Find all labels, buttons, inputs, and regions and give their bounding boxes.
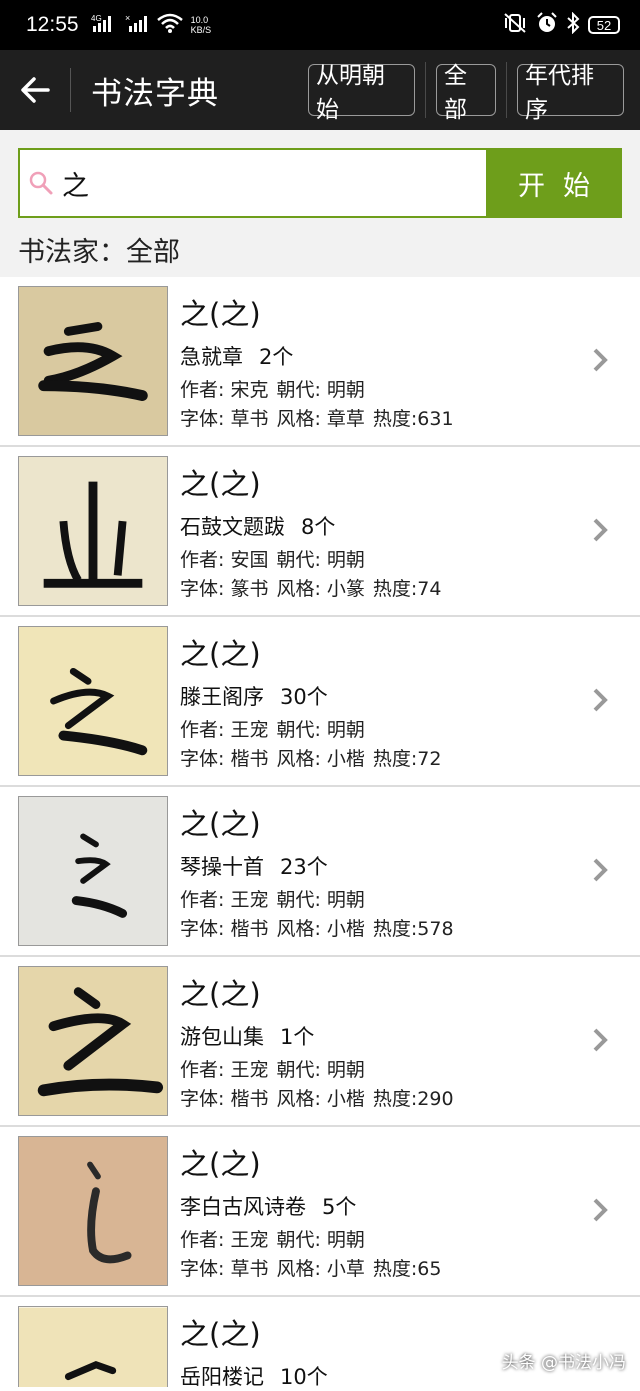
appbar-separator xyxy=(425,62,426,118)
result-author-dynasty: 作者: 安国 朝代: 明朝 xyxy=(180,549,365,571)
cellular-signal-icon: 4G xyxy=(91,14,117,36)
chevron-right-icon xyxy=(593,518,608,542)
sort-by-era-button[interactable]: 年代排序 xyxy=(517,63,624,123)
calligraphy-thumbnail xyxy=(18,286,168,436)
chevron-right-icon xyxy=(593,348,608,372)
network-speed: 10.0 KB/S xyxy=(190,15,212,35)
result-author-dynasty: 作者: 王宠 朝代: 明朝 xyxy=(180,719,365,741)
arrow-left-icon xyxy=(21,77,50,103)
result-author-dynasty: 作者: 王宠 朝代: 明朝 xyxy=(180,1229,365,1251)
wifi-icon xyxy=(156,13,183,37)
list-item[interactable]: 之(之) 岳阳楼记 10个 xyxy=(0,1297,640,1389)
page-title: 书法字典 xyxy=(91,75,219,112)
result-font-style: 字体: 楷书 风格: 小楷 热度:578 xyxy=(180,918,454,940)
result-author-dynasty: 作者: 王宠 朝代: 明朝 xyxy=(180,889,365,911)
watermark: 头条 @书法小冯 xyxy=(501,1353,626,1373)
result-font-style: 字体: 楷书 风格: 小楷 热度:72 xyxy=(180,748,442,770)
appbar-divider xyxy=(70,68,71,112)
list-item[interactable]: 之(之) 游包山集 1个 作者: 王宠 朝代: 明朝 字体: 楷书 风格: 小楷 热度:… xyxy=(0,957,640,1127)
result-work: 游包山集 1个 xyxy=(180,1025,315,1049)
list-item[interactable]: 之(之) 石鼓文题跋 8个 作者: 安国 朝代: 明朝 字体: 篆书 风格: 小篆 热度… xyxy=(0,447,640,617)
alarm-icon xyxy=(536,12,558,38)
start-search-button[interactable]: 开始 xyxy=(486,148,622,218)
status-time: 12:55 xyxy=(26,13,79,36)
result-author-dynasty: 作者: 宋克 朝代: 明朝 xyxy=(180,379,365,401)
appbar-actions: 从明朝始 全部 年代排序 xyxy=(308,62,624,123)
battery-indicator: 52 xyxy=(588,16,620,34)
calligraphy-thumbnail xyxy=(18,966,168,1116)
calligraphy-thumbnail xyxy=(18,1306,168,1387)
back-button[interactable] xyxy=(0,50,70,130)
calligraphy-thumbnail xyxy=(18,456,168,606)
result-work: 滕王阁序 30个 xyxy=(180,685,328,709)
result-char: 之(之) xyxy=(180,1317,261,1351)
result-font-style: 字体: 篆书 风格: 小篆 热度:74 xyxy=(180,578,442,600)
result-font-style: 字体: 草书 风格: 小草 热度:65 xyxy=(180,1258,442,1280)
results-list: 之(之) 急就章 2个 作者: 宋克 朝代: 明朝 字体: 草书 风格: 章草 热度:6… xyxy=(0,277,640,1389)
list-item[interactable]: 之(之) 琴操十首 23个 作者: 王宠 朝代: 明朝 字体: 楷书 风格: 小楷 热度… xyxy=(0,787,640,957)
appbar-separator xyxy=(506,62,507,118)
result-char: 之(之) xyxy=(180,637,261,671)
vibrate-off-icon xyxy=(502,13,528,37)
chevron-right-icon xyxy=(593,1028,608,1052)
search-icon xyxy=(29,171,53,195)
result-author-dynasty: 作者: 王宠 朝代: 明朝 xyxy=(180,1059,365,1081)
svg-text:4G: 4G xyxy=(91,14,102,23)
result-work: 石鼓文题跋 8个 xyxy=(180,515,336,539)
result-char: 之(之) xyxy=(180,467,261,501)
calligraphy-thumbnail xyxy=(18,796,168,946)
chevron-right-icon xyxy=(593,858,608,882)
calligrapher-filter[interactable]: 书法家：全部 xyxy=(18,230,180,269)
result-char: 之(之) xyxy=(180,807,261,841)
chevron-right-icon xyxy=(593,1198,608,1222)
calligraphy-thumbnail xyxy=(18,1136,168,1286)
status-bar: 12:55 4G × 10.0 KB/S 52 xyxy=(0,0,640,50)
no-signal-icon: × xyxy=(125,13,149,36)
result-work: 李白古风诗卷 5个 xyxy=(180,1195,357,1219)
search-input[interactable]: 之 xyxy=(18,148,486,218)
result-work: 急就章 2个 xyxy=(180,345,294,369)
all-filter-button[interactable]: 全部 xyxy=(436,63,496,123)
app-bar: 书法字典 从明朝始 全部 年代排序 xyxy=(0,50,640,130)
svg-text:×: × xyxy=(125,14,130,23)
list-item[interactable]: 之(之) 急就章 2个 作者: 宋克 朝代: 明朝 字体: 草书 风格: 章草 热度:6… xyxy=(0,277,640,447)
search-query: 之 xyxy=(62,170,89,202)
calligraphy-thumbnail xyxy=(18,626,168,776)
result-char: 之(之) xyxy=(180,1147,261,1181)
list-item[interactable]: 之(之) 滕王阁序 30个 作者: 王宠 朝代: 明朝 字体: 楷书 风格: 小楷 热度… xyxy=(0,617,640,787)
search-area: 之 开始 书法家：全部 xyxy=(0,130,640,277)
status-right-icons: 52 xyxy=(502,11,620,38)
result-font-style: 字体: 草书 风格: 章草 热度:631 xyxy=(180,408,454,430)
dynasty-filter-button[interactable]: 从明朝始 xyxy=(308,63,415,123)
result-work: 琴操十首 23个 xyxy=(180,855,328,879)
bluetooth-icon xyxy=(566,11,580,38)
result-font-style: 字体: 楷书 风格: 小楷 热度:290 xyxy=(180,1088,454,1110)
result-char: 之(之) xyxy=(180,297,261,331)
chevron-right-icon xyxy=(593,688,608,712)
list-item[interactable]: 之(之) 李白古风诗卷 5个 作者: 王宠 朝代: 明朝 字体: 草书 风格: 小草热… xyxy=(0,1127,640,1297)
status-left-icons: 4G × 10.0 KB/S xyxy=(91,13,212,37)
result-char: 之(之) xyxy=(180,977,261,1011)
